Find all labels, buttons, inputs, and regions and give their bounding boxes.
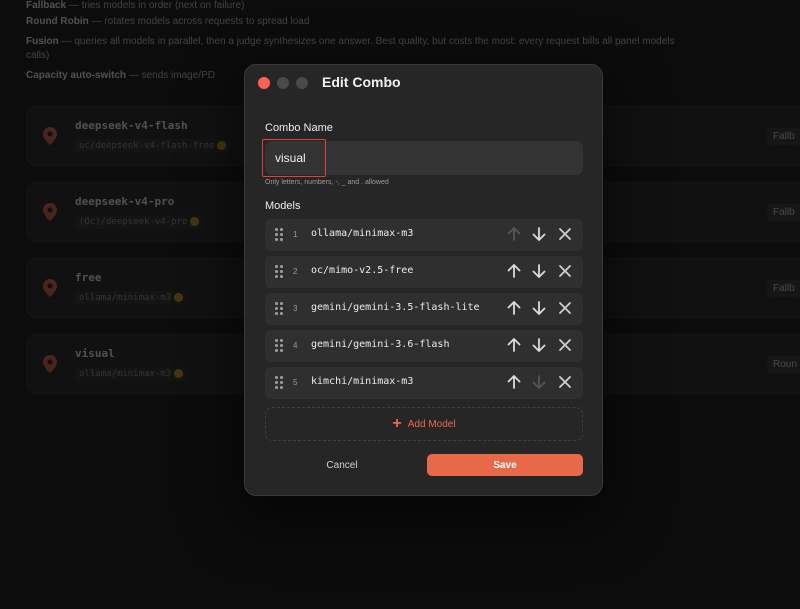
save-button[interactable]: Save: [427, 454, 583, 476]
minimize-window-button[interactable]: [277, 77, 289, 89]
strategy-desc: — sends image/PD: [126, 70, 215, 81]
model-index: 5: [293, 378, 298, 387]
strategy-description-line: Fallback — tries models in order (next o…: [26, 0, 244, 11]
move-down-icon: [530, 373, 548, 391]
status-dot: [217, 141, 227, 150]
remove-model-icon[interactable]: [556, 336, 574, 354]
strategy-desc: calls): [26, 50, 50, 61]
move-up-icon: [505, 225, 523, 243]
combo-model-text: ollama/minimax-m3: [79, 369, 172, 379]
model-row: 1 ollama/minimax-m3: [265, 219, 583, 251]
combo-name: deepseek-v4-flash: [75, 119, 188, 132]
move-up-icon[interactable]: [505, 262, 523, 280]
drag-handle-icon[interactable]: [275, 376, 283, 390]
model-name: kimchi/minimax-m3: [311, 376, 414, 387]
move-down-icon[interactable]: [530, 336, 548, 354]
model-name: ollama/minimax-m3: [311, 228, 414, 239]
model-row: 4 gemini/gemini-3.6-flash: [265, 330, 583, 362]
model-index: 4: [293, 341, 298, 350]
combo-name-hint: Only letters, numbers, -, _ and . allowe…: [265, 179, 389, 186]
edit-combo-dialog: Edit Combo Combo Name Only letters, numb…: [244, 64, 603, 496]
status-dot: [174, 369, 184, 378]
combo-name: deepseek-v4-pro: [75, 195, 175, 208]
model-row: 3 gemini/gemini-3.5-flash-lite: [265, 293, 583, 325]
model-index: 2: [293, 267, 298, 276]
location-pin-icon: [43, 203, 57, 221]
remove-model-icon[interactable]: [556, 373, 574, 391]
model-index: 3: [293, 304, 298, 313]
location-pin-icon: [43, 355, 57, 373]
strategy-term: Fusion: [26, 36, 59, 47]
drag-handle-icon[interactable]: [275, 302, 283, 316]
combo-model-chip: (Oc)/deepseek-v4-pro: [75, 215, 204, 229]
strategy-desc: — queries all models in parallel, then a…: [58, 36, 675, 47]
drag-handle-icon[interactable]: [275, 339, 283, 353]
strategy-description-line: Fusion — queries all models in parallel,…: [26, 36, 674, 47]
combo-strategy-badge: Fallb: [767, 280, 800, 297]
combo-strategy-badge: Fallb: [767, 128, 800, 145]
window-controls: [258, 77, 308, 89]
combo-model-chip: ollama/minimax-m3: [75, 291, 188, 305]
strategy-description-line: Round Robin — rotates models across requ…: [26, 16, 309, 27]
model-row: 2 oc/mimo-v2.5-free: [265, 256, 583, 288]
combo-model-text: oc/deepseek-v4-flash-free: [79, 141, 215, 151]
combo-strategy-badge: Fallb: [767, 204, 800, 221]
models-label: Models: [265, 200, 301, 212]
model-name: gemini/gemini-3.6-flash: [311, 339, 450, 350]
drag-handle-icon[interactable]: [275, 265, 283, 279]
drag-handle-icon[interactable]: [275, 228, 283, 242]
status-dot: [174, 293, 184, 302]
strategy-term: Capacity auto-switch: [26, 70, 127, 81]
combo-name: visual: [75, 347, 115, 360]
model-name: gemini/gemini-3.5-flash-lite: [311, 302, 480, 313]
model-row: 5 kimchi/minimax-m3: [265, 367, 583, 399]
combo-name-input[interactable]: [265, 141, 583, 175]
plus-icon: +: [392, 415, 402, 432]
close-window-button[interactable]: [258, 77, 270, 89]
strategy-description-line: calls): [26, 50, 49, 61]
remove-model-icon[interactable]: [556, 262, 574, 280]
move-down-icon[interactable]: [530, 299, 548, 317]
combo-model-chip: ollama/minimax-m3: [75, 367, 188, 381]
add-model-label: Add Model: [407, 418, 456, 430]
combo-model-chip: oc/deepseek-v4-flash-free: [75, 139, 231, 153]
strategy-desc: — tries models in order (next on failure…: [66, 0, 245, 11]
strategy-desc: — rotates models across requests to spre…: [88, 16, 310, 27]
status-dot: [190, 217, 200, 226]
strategy-term: Fallback: [26, 0, 67, 11]
combo-model-text: (Oc)/deepseek-v4-pro: [79, 217, 188, 227]
add-model-button[interactable]: + Add Model: [265, 407, 583, 441]
remove-model-icon[interactable]: [556, 299, 574, 317]
dialog-title: Edit Combo: [322, 74, 401, 90]
cancel-button[interactable]: Cancel: [265, 454, 419, 476]
model-index: 1: [293, 230, 298, 239]
move-down-icon[interactable]: [530, 262, 548, 280]
maximize-window-button[interactable]: [296, 77, 308, 89]
combo-name: free: [75, 271, 102, 284]
move-up-icon[interactable]: [505, 299, 523, 317]
model-name: oc/mimo-v2.5-free: [311, 265, 414, 276]
strategy-description-line: Capacity auto-switch — sends image/PD: [26, 70, 215, 81]
move-up-icon[interactable]: [505, 336, 523, 354]
combo-strategy-badge: Roun: [767, 356, 800, 373]
remove-model-icon[interactable]: [556, 225, 574, 243]
move-down-icon[interactable]: [530, 225, 548, 243]
combo-model-text: ollama/minimax-m3: [79, 293, 172, 303]
combo-name-label: Combo Name: [265, 122, 333, 134]
strategy-term: Round Robin: [26, 16, 89, 27]
location-pin-icon: [43, 279, 57, 297]
location-pin-icon: [43, 127, 57, 145]
move-up-icon[interactable]: [505, 373, 523, 391]
